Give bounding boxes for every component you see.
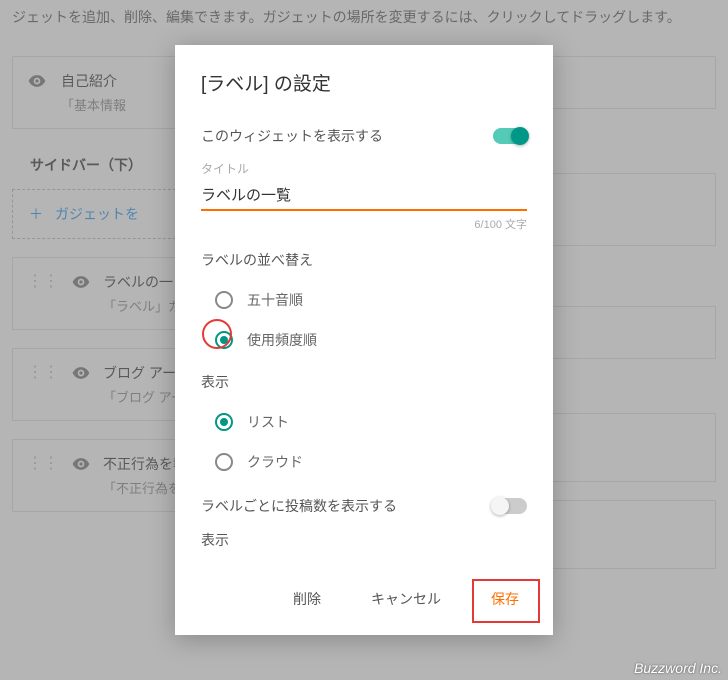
display-group-label-2: 表示 [201, 530, 527, 550]
delete-button[interactable]: 削除 [281, 581, 333, 617]
sort-freq-option[interactable]: 使用頻度順 [201, 324, 527, 364]
cancel-button[interactable]: キャンセル [359, 581, 453, 617]
modal-overlay: [ラベル] の設定 このウィジェットを表示する タイトル 6/100 文字 ラベ… [0, 0, 728, 680]
watermark: Buzzword Inc. [634, 660, 722, 676]
dialog-footer: 削除 キャンセル 保存 [175, 565, 553, 635]
save-button[interactable]: 保存 [479, 581, 531, 617]
show-widget-label: このウィジェットを表示する [201, 126, 383, 146]
radio-icon [215, 453, 233, 471]
display-list-option[interactable]: リスト [201, 406, 527, 446]
show-widget-toggle[interactable] [493, 128, 527, 144]
char-count: 6/100 文字 [201, 216, 527, 232]
display-list-label: リスト [247, 412, 289, 432]
sort-freq-label: 使用頻度順 [247, 330, 317, 350]
label-settings-dialog: [ラベル] の設定 このウィジェットを表示する タイトル 6/100 文字 ラベ… [175, 45, 553, 635]
dialog-title: [ラベル] の設定 [175, 45, 553, 110]
title-input[interactable] [201, 181, 527, 211]
post-count-toggle[interactable] [493, 498, 527, 514]
post-count-label: ラベルごとに投稿数を表示する [201, 496, 397, 516]
title-field-label: タイトル [201, 160, 527, 177]
display-cloud-option[interactable]: クラウド [201, 446, 527, 486]
radio-icon [215, 291, 233, 309]
display-cloud-label: クラウド [247, 452, 303, 472]
radio-icon [215, 413, 233, 431]
dialog-body: このウィジェットを表示する タイトル 6/100 文字 ラベルの並べ替え 五十音… [175, 110, 553, 565]
radio-icon [215, 331, 233, 349]
sort-alpha-option[interactable]: 五十音順 [201, 284, 527, 324]
sort-group-label: ラベルの並べ替え [201, 250, 527, 270]
display-group-label: 表示 [201, 372, 527, 392]
sort-alpha-label: 五十音順 [247, 290, 303, 310]
